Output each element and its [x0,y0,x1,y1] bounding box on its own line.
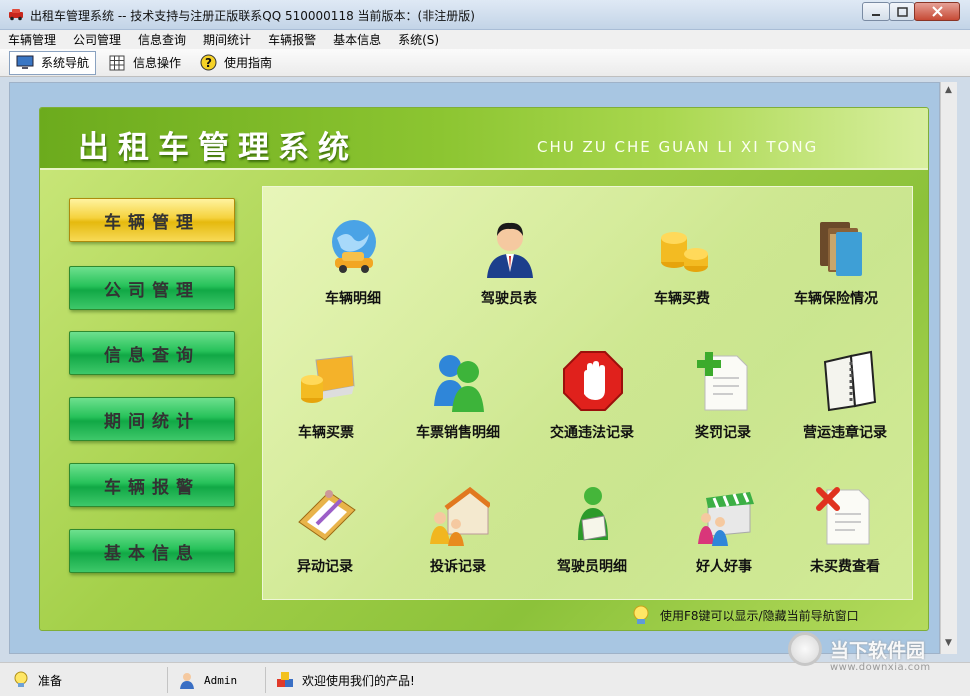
toolbar: 系统导航 信息操作 ? 使用指南 [0,49,970,77]
status-ready-text: 准备 [38,673,63,688]
tab-label: 信息操作 [133,56,182,70]
lightbulb-icon [14,671,28,687]
add-document-icon [697,352,748,411]
shop-people-icon [698,492,754,546]
hint-text: 使用F8键可以显示/隐藏当前导航窗口 [660,608,859,623]
status-message-text: 欢迎使用我们的产品! [302,673,415,688]
tile-vehicle-ticket[interactable]: 车辆买票 [266,350,386,458]
tile-label: 车辆明细 [325,291,381,307]
monitor-icon [16,55,34,71]
globe-car-icon [332,220,376,273]
side-nav-period-statistics[interactable]: 期间统计 [69,397,235,441]
maximize-button[interactable] [889,2,915,21]
watermark-logo-icon [788,632,822,666]
app-icon [9,9,23,21]
tab-label: 使用指南 [224,56,273,70]
navigation-panel: 出租车管理系统 CHU ZU CHE GUAN LI XI TONG 车辆管理 … [39,107,929,631]
status-bar: 准备 Admin 欢迎使用我们的产品! [0,662,970,696]
close-button[interactable] [914,2,960,21]
side-nav-information-query[interactable]: 信息查询 [69,331,235,375]
laptop-coins-icon [301,355,355,403]
tile-label: 营运违章记录 [803,425,887,441]
minimize-button[interactable] [862,2,890,21]
menu-statistics[interactable]: 期间统计 [203,31,251,48]
menu-alarm[interactable]: 车辆报警 [268,31,316,48]
menu-company[interactable]: 公司管理 [73,31,121,48]
tile-label: 未买费查看 [810,559,880,575]
side-nav-basic-information[interactable]: 基本信息 [69,529,235,573]
menu-query[interactable]: 信息查询 [138,31,186,48]
coins-icon [661,232,708,272]
status-ready: 准备 [2,667,168,693]
binders-icon [820,222,862,276]
menu-vehicle[interactable]: 车辆管理 [8,31,56,48]
scroll-up-icon[interactable]: ▲ [945,85,952,95]
house-people-icon [430,486,490,546]
svg-text:?: ? [205,56,212,70]
scroll-down-icon[interactable]: ▼ [945,638,952,648]
tile-label: 车辆买费 [654,291,710,307]
close-icon [931,6,943,17]
tile-driver-details[interactable]: 驾驶员明细 [532,484,652,592]
tile-label: 驾驶员表 [481,291,537,307]
panel-subtitle: CHU ZU CHE GUAN LI XI TONG [537,138,819,156]
users-icon [434,355,484,412]
tile-vehicle-details[interactable]: 车辆明细 [293,216,413,324]
lightbulb-icon [633,605,649,624]
tile-traffic-violation-records[interactable]: 交通违法记录 [532,350,652,458]
side-nav-company-management[interactable]: 公司管理 [69,266,235,310]
side-nav-vehicle-management[interactable]: 车辆管理 [69,198,235,242]
tile-operation-violation-records[interactable]: 营运违章记录 [785,350,905,458]
tab-label: 系统导航 [41,56,90,70]
tile-label: 车辆保险情况 [794,291,878,307]
tab-information-operation[interactable]: 信息操作 [102,51,187,75]
status-user-text: Admin [204,673,238,687]
tile-ticket-sales-details[interactable]: 车票销售明细 [398,350,518,458]
tile-change-records[interactable]: 异动记录 [265,484,385,592]
stop-hand-icon [563,351,623,411]
person-document-icon [578,487,608,541]
menu-system[interactable]: 系统(S) [398,31,439,48]
tile-driver-list[interactable]: 驾驶员表 [449,216,569,324]
grid-icon [108,55,126,71]
watermark-url: www.downxia.com [830,662,931,673]
window-title: 出租车管理系统 -- 技术支持与注册正版联系QQ 510000118 当前版本：… [30,9,475,23]
tile-vehicle-fee[interactable]: 车辆买费 [622,216,742,324]
status-message: 欢迎使用我们的产品! [266,667,786,693]
vertical-scrollbar[interactable]: ▲ ▼ [940,82,957,654]
tile-complaint-records[interactable]: 投诉记录 [398,484,518,592]
minimize-icon [872,13,880,16]
f8-hint: 使用F8键可以显示/隐藏当前导航窗口 [630,604,859,626]
notebook-icon [823,350,877,412]
status-user: Admin [168,667,266,693]
user-icon [180,673,194,689]
clipboard-pen-icon [298,490,356,541]
title-bar: 出租车管理系统 -- 技术支持与注册正版联系QQ 510000118 当前版本：… [0,0,970,30]
menu-basic-info[interactable]: 基本信息 [333,31,381,48]
restore-icon [896,6,908,17]
tile-vehicle-insurance[interactable]: 车辆保险情况 [776,216,896,324]
cubes-icon [277,672,293,687]
tab-system-navigation[interactable]: 系统导航 [9,50,97,75]
help-icon: ? [199,54,217,71]
driver-icon [487,222,533,278]
menu-bar: 车辆管理 公司管理 信息查询 期间统计 车辆报警 基本信息 系统(S) [0,30,970,49]
watermark: 当下软件园 [788,632,925,666]
panel-title: 出租车管理系统 [78,130,358,166]
tab-user-guide[interactable]: ? 使用指南 [193,51,278,75]
panel-header: 出租车管理系统 CHU ZU CHE GUAN LI XI TONG [40,108,928,170]
tile-unpaid-fees-view[interactable]: 未买费查看 [785,484,905,592]
delete-document-icon [816,487,870,545]
watermark-brand: 当下软件园 [830,639,926,662]
side-nav-vehicle-alarm[interactable]: 车辆报警 [69,463,235,507]
